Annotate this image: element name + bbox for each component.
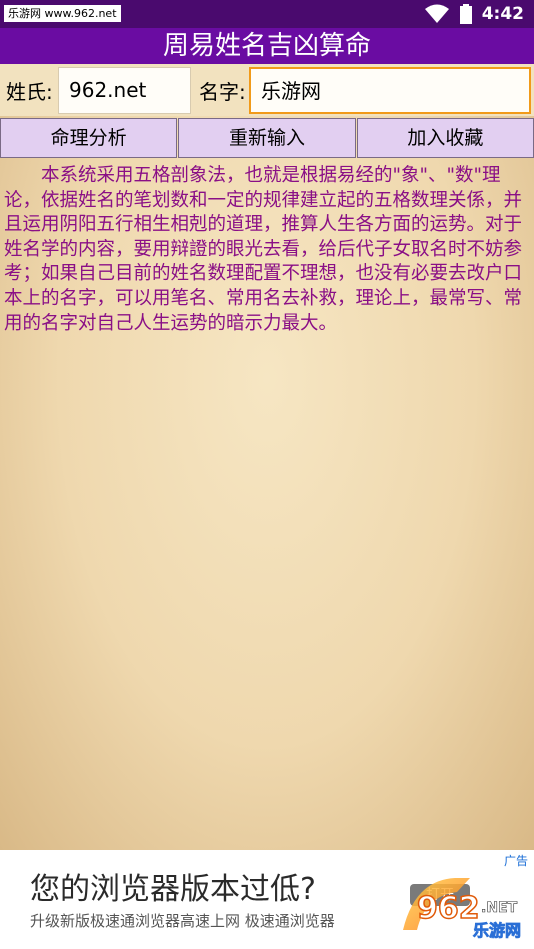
surname-input[interactable]: 962.net <box>58 67 191 114</box>
content-area: 姓氏: 962.net 名字: 乐游网 命理分析 重新输入 加入收藏 本系统采用… <box>0 64 534 850</box>
action-buttons: 命理分析 重新输入 加入收藏 <box>0 118 534 158</box>
svg-text:.NET: .NET <box>481 900 518 916</box>
favorite-button[interactable]: 加入收藏 <box>356 118 534 158</box>
ad-tag: 广告 <box>503 854 528 868</box>
reenter-button[interactable]: 重新输入 <box>178 118 356 158</box>
status-bar: 乐游网 www.962.net 4:42 <box>0 0 534 28</box>
svg-text:962: 962 <box>417 891 480 926</box>
given-name-input[interactable]: 乐游网 <box>249 67 531 114</box>
site-logo: 962 .NET 乐游网 <box>403 878 521 940</box>
ad-subtitle: 升级新版极速通浏览器高速上网 极速通浏览器 <box>30 912 335 930</box>
app-title: 周易姓名吉凶算命 <box>0 28 534 64</box>
surname-label: 姓氏: <box>6 80 53 104</box>
given-name-label: 名字: <box>199 80 246 104</box>
ad-title: 您的浏览器版本过低? <box>30 872 316 907</box>
svg-text:乐游网: 乐游网 <box>473 921 521 940</box>
analyze-button[interactable]: 命理分析 <box>0 118 178 158</box>
status-icons: 4:42 <box>424 3 524 25</box>
battery-icon <box>459 4 472 24</box>
wifi-icon <box>424 4 449 23</box>
name-input-row: 姓氏: 962.net 名字: 乐游网 <box>0 64 534 116</box>
clock: 4:42 <box>481 4 524 24</box>
description-text: 本系统采用五格剖象法，也就是根据易经的"象"、"数"理论，依据姓名的笔划数和一定… <box>4 165 523 334</box>
watermark-label: 乐游网 www.962.net <box>4 5 121 22</box>
